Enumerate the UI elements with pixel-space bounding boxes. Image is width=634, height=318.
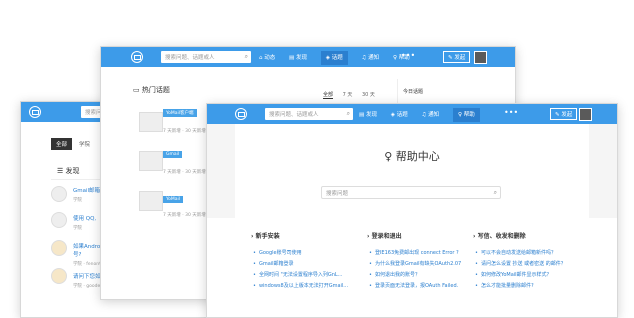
tab-academy[interactable]: 学院 (74, 138, 95, 150)
top-bar: 搜索问题、话题或人 ⌕ ⌂ 动态 ▤ 发现 ◈ 话题 ♫ 通知 ♀ 帮助 •••… (101, 47, 515, 67)
topic-chip[interactable]: YoMail (163, 196, 184, 203)
help-link[interactable]: • 请问怎么设置 抄送 或者密送 的邮件？ (475, 260, 566, 267)
nav-explore[interactable]: ▤ 发现 (289, 55, 307, 61)
help-link[interactable]: • 登录页面无法登录，报OAuth Failed. (369, 282, 458, 289)
more-icon[interactable]: ••• (401, 51, 415, 60)
top-bar: 搜索问题、话题或人 ⌕ ⌂ 动态 ▤ 发现 ◈ 话题 ♫ 通知 ♀ 帮助 •••… (207, 104, 617, 124)
topic-chip[interactable]: YoMail客户端 (163, 109, 197, 117)
column-title: › 写信、收发和删除 (473, 233, 526, 240)
publish-button[interactable]: ✎ 发起 (550, 108, 578, 120)
main-nav: ⌂ 动态 ▤ 发现 ◈ 话题 ♫ 通知 ♀ 帮助 (329, 108, 492, 122)
help-search-placeholder: 搜索问题 (326, 191, 349, 197)
filter-all[interactable]: 全部 (323, 92, 334, 99)
help-link[interactable]: • 怎么才能批量删除邮件? (475, 282, 534, 289)
page-title: ▭ 热门话题 (133, 86, 170, 94)
help-link[interactable]: • 为什么我登录Gmail有缺失OAuth2.07 (369, 260, 461, 267)
page-title: ♀ 帮助中心 (384, 150, 440, 163)
publish-button[interactable]: ✎ 发起 (443, 51, 471, 63)
filter-7d[interactable]: 7 天 (343, 92, 353, 98)
more-icon[interactable]: ••• (504, 108, 518, 117)
search-icon[interactable]: ⌕ (245, 53, 248, 61)
time-filter: 全部 7 天 30 天 (323, 91, 375, 99)
side-title: 今日话题 (403, 89, 424, 95)
help-link[interactable]: • windows8及以上版本无法打开Gmail... (253, 282, 348, 289)
mail-logo-icon[interactable] (235, 108, 247, 120)
topic-image[interactable] (139, 112, 163, 132)
lightbulb-icon: ♀ (384, 150, 393, 163)
help-link[interactable]: • 登IE163免费邮出现 connect Error ? (369, 249, 459, 256)
help-link[interactable]: • Google账号司使用 (253, 249, 302, 256)
nav-feed[interactable]: ⌂ 动态 (259, 55, 275, 61)
nav-help[interactable]: ♀ 帮助 (452, 108, 480, 122)
help-center-window: 搜索问题、话题或人 ⌕ ⌂ 动态 ▤ 发现 ◈ 话题 ♫ 通知 ♀ 帮助 •••… (206, 103, 618, 318)
help-search-input[interactable]: 搜索问题 ⌕ (321, 186, 501, 199)
topic-chip[interactable]: Gmail (163, 151, 183, 158)
topic-image[interactable] (139, 151, 163, 171)
tab-all[interactable]: 全部 (51, 138, 73, 150)
avatar[interactable] (51, 268, 67, 284)
nav-topics[interactable]: ◈ 话题 (391, 112, 408, 118)
list-icon: ☰ (57, 167, 66, 175)
nav-explore[interactable]: ▤ 发现 (359, 112, 377, 118)
column-title: › 新手安装 (251, 233, 280, 240)
topic-image[interactable] (139, 191, 163, 211)
help-link[interactable]: • Gmail邮箱登录 (253, 260, 294, 267)
nav-notify[interactable]: ♫ 通知 (421, 112, 439, 118)
user-avatar[interactable] (579, 108, 592, 121)
help-link[interactable]: • 全网时间 "无法设置程序导入列GnL... (253, 271, 342, 278)
search-icon[interactable]: ⌕ (494, 189, 497, 197)
avatar[interactable] (51, 240, 67, 256)
help-link[interactable]: • 如何退出我的账号？ (369, 271, 420, 278)
search-placeholder: 搜索问题、话题或人 (269, 112, 319, 118)
help-link[interactable]: • 可以不会自动发送给邮箱新件吗？ (475, 249, 556, 256)
mail-logo-icon[interactable] (131, 51, 143, 63)
nav-topics[interactable]: ◈ 话题 (320, 51, 348, 65)
nav-feed[interactable]: ⌂ 动态 (329, 112, 345, 118)
filter-30d[interactable]: 30 天 (362, 92, 375, 98)
user-avatar[interactable] (474, 51, 487, 64)
search-placeholder: 搜索问题、话题或人 (165, 55, 215, 61)
nav-notify[interactable]: ♫ 通知 (361, 55, 379, 61)
avatar[interactable] (51, 212, 67, 228)
section-title: ☰ 发现 (57, 167, 80, 175)
main-nav: ⌂ 动态 ▤ 发现 ◈ 话题 ♫ 通知 ♀ 帮助 (259, 51, 422, 65)
help-link[interactable]: • 如何修改YoMail邮件显示样式？ (475, 271, 552, 278)
column-title: › 登录和退出 (367, 233, 402, 240)
mail-logo-icon[interactable] (29, 106, 41, 118)
search-input[interactable]: 搜索问题、话题或人 ⌕ (161, 51, 251, 63)
avatar[interactable] (51, 186, 67, 202)
topic-icon: ▭ (133, 86, 142, 94)
